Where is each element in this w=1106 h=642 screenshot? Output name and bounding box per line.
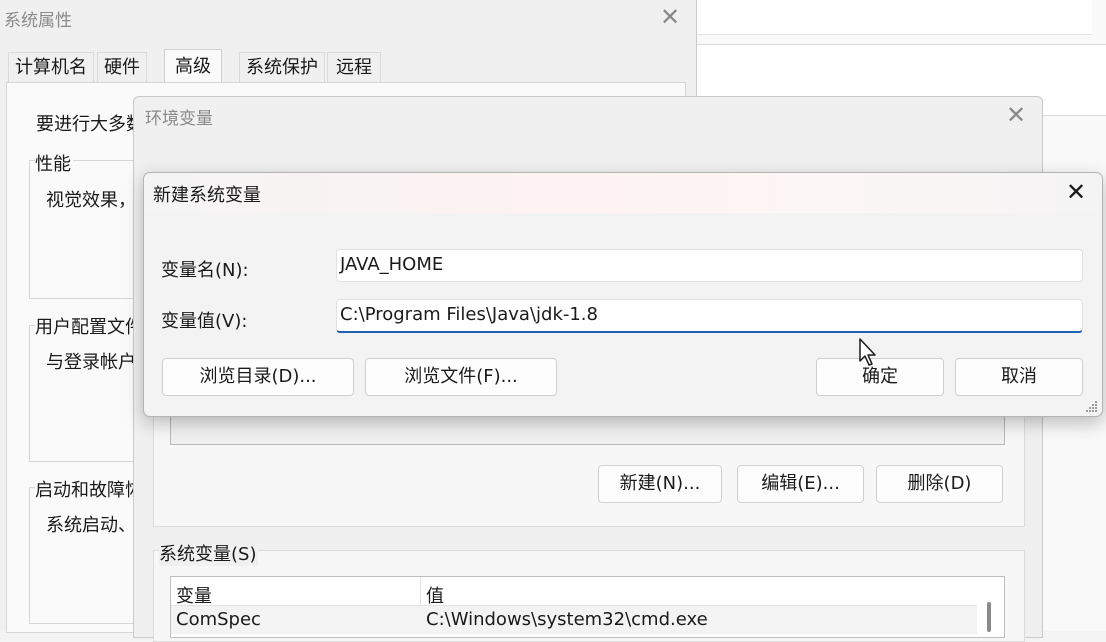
variable-value-field[interactable]: C:\Program Files\Java\jdk-1.8	[336, 299, 1083, 333]
performance-label: 性能	[35, 150, 73, 176]
system-properties-close-icon[interactable]: ✕	[660, 3, 680, 31]
tab-system-protection[interactable]: 系统保护	[239, 52, 325, 83]
performance-desc: 视觉效果，	[46, 190, 136, 211]
tab-hardware[interactable]: 硬件	[97, 52, 147, 83]
ok-button[interactable]: 确定	[816, 358, 944, 396]
dialog-close-icon[interactable]: ✕	[1066, 178, 1086, 206]
row-variable-value: C:\Windows\system32\cmd.exe	[426, 609, 708, 630]
mouse-cursor-icon	[859, 338, 876, 366]
resize-grip-icon[interactable]	[1086, 400, 1098, 412]
system-properties-title: 系统属性	[4, 11, 72, 31]
table-scrollbar[interactable]	[987, 602, 991, 632]
cancel-button[interactable]: 取消	[955, 358, 1083, 396]
system-variables-header	[171, 577, 977, 606]
user-var-edit-button[interactable]: 编辑(E)...	[737, 465, 864, 503]
row-variable-name: ComSpec	[176, 609, 261, 630]
tab-remote[interactable]: 远程	[327, 52, 381, 83]
tab-computer-name[interactable]: 计算机名	[8, 52, 94, 83]
user-profiles-label: 用户配置文件	[35, 313, 145, 339]
background-window-bar	[695, 0, 1092, 35]
column-header-value[interactable]: 值	[426, 582, 444, 608]
dialog-title: 新建系统变量	[153, 185, 261, 206]
environment-variables-title: 环境变量	[145, 109, 213, 129]
user-profiles-desc: 与登录帐户	[46, 352, 136, 373]
tab-advanced[interactable]: 高级	[164, 49, 222, 85]
user-var-new-button[interactable]: 新建(N)...	[598, 465, 722, 503]
environment-variables-close-icon[interactable]: ✕	[1006, 101, 1026, 129]
dialog-titlebar	[144, 173, 1100, 213]
variable-value-label: 变量值(V):	[161, 311, 248, 332]
startup-recovery-desc: 系统启动、	[46, 515, 136, 536]
column-header-variable[interactable]: 变量	[176, 582, 212, 608]
browse-directory-button[interactable]: 浏览目录(D)...	[162, 358, 354, 396]
advanced-intro-text: 要进行大多数	[36, 114, 144, 135]
startup-recovery-label: 启动和故障恢	[35, 476, 145, 502]
system-variables-label: 系统变量(S)	[159, 540, 259, 566]
variable-name-label: 变量名(N):	[161, 260, 249, 281]
browse-file-button[interactable]: 浏览文件(F)...	[365, 358, 557, 396]
variable-name-field[interactable]: JAVA_HOME	[336, 249, 1083, 282]
user-var-delete-button[interactable]: 删除(D)	[876, 465, 1003, 503]
